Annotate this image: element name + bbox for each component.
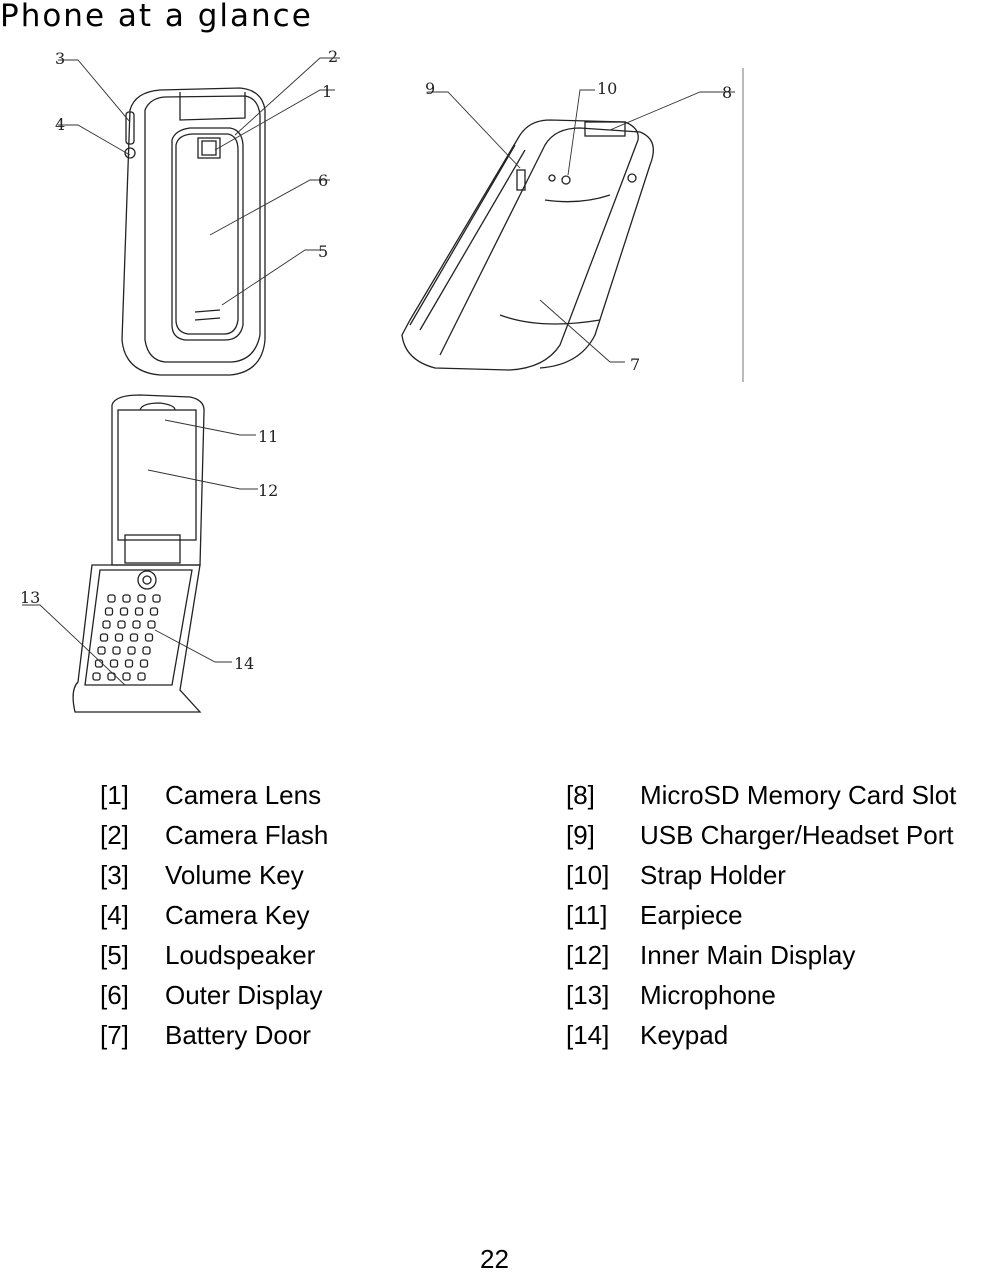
keypad-key (92, 672, 101, 681)
keypad-key (122, 672, 131, 681)
keypad-key (102, 620, 111, 629)
keypad-key (139, 659, 149, 668)
keypad-key (117, 620, 126, 629)
callout-1: 1 (322, 82, 332, 101)
phone-back-drawing (401, 68, 744, 382)
callout-numbers: 1 2 3 4 5 6 7 8 9 10 11 12 13 14 (20, 47, 732, 673)
callout-13: 13 (20, 588, 40, 607)
callout-8: 8 (722, 83, 732, 102)
phone-open-drawing (72, 394, 205, 713)
callout-2: 2 (328, 47, 338, 66)
keypad-key (112, 646, 121, 655)
keypad-key (122, 594, 131, 603)
keypad-key (104, 607, 114, 616)
callout-3: 3 (55, 49, 65, 68)
keypad-key (127, 646, 136, 655)
keypad-key (147, 620, 156, 629)
callout-5: 5 (318, 242, 328, 261)
keypad-key (124, 659, 134, 668)
callout-14: 14 (234, 654, 254, 673)
callout-12: 12 (258, 481, 278, 500)
keypad-key (137, 672, 146, 681)
phone-front-drawing (121, 87, 266, 376)
keypad-key (107, 594, 116, 603)
keypad-key (132, 620, 141, 629)
callout-6: 6 (318, 171, 328, 190)
keypad-key (99, 633, 109, 642)
keypad-key (152, 594, 161, 603)
keypad-key (144, 633, 154, 642)
callout-10: 10 (597, 79, 617, 98)
phone-diagram: 1 2 3 4 5 6 7 8 9 10 11 12 13 14 (20, 47, 744, 713)
callout-7: 7 (630, 355, 640, 374)
keypad-key (129, 633, 139, 642)
callout-9: 9 (425, 79, 435, 98)
keypad-key (134, 607, 144, 616)
keypad-key (109, 659, 119, 668)
keypad-key (119, 607, 129, 616)
keypad-key (137, 594, 146, 603)
page-number: 22 (480, 1244, 509, 1274)
keypad-key (114, 633, 124, 642)
callout-4: 4 (55, 115, 65, 134)
callout-11: 11 (258, 427, 278, 446)
keypad-key (142, 646, 151, 655)
keypad-key (97, 646, 106, 655)
keypad-key (149, 607, 159, 616)
